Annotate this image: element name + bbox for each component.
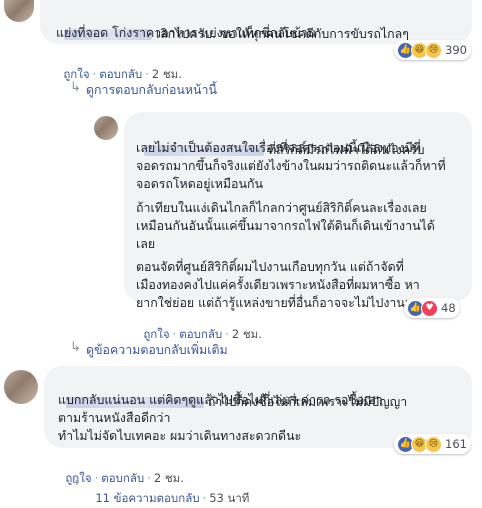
comment-text: เหมือนกันอันนั้นแค่ขึ้นมาจากรถไฟใต้ดินก็…: [136, 218, 435, 233]
view-previous-replies-link[interactable]: ดูการตอบกลับก่อนหน้านี้: [86, 81, 217, 100]
comment-text: แบกกลับแน่นอน แต่คิดๆดูแล้วไปซื้อไม่กี่เ…: [58, 392, 383, 407]
comment-actions: ถูกใจ · ตอบกลับ · 2 ชม.: [143, 327, 262, 341]
comment-text: จอดรถมากขึ้นก็จริงแต่ยังไงข้างในผมว่ารถต…: [136, 158, 446, 173]
avatar[interactable]: [4, 370, 38, 404]
replies-summary: 11 ข้อความตอบกลับ · 53 นาที: [95, 491, 250, 505]
reaction-count: 390: [445, 43, 467, 57]
comment-text: ตามร้านหนังสือดีกว่า: [58, 410, 171, 425]
love-icon: ♥: [421, 299, 438, 317]
reaction-summary[interactable]: 👍 ♥ 48: [404, 298, 460, 318]
timestamp[interactable]: 2 ชม.: [152, 67, 182, 81]
comment-text: เลย: [136, 236, 156, 251]
replies-count-link[interactable]: 11 ข้อความตอบกลับ: [95, 491, 199, 505]
sad-icon: 😢: [425, 41, 442, 59]
reply-button[interactable]: ตอบกลับ: [99, 67, 142, 81]
reaction-summary[interactable]: 👍 😆 😢 161: [394, 434, 471, 454]
timestamp[interactable]: 2 ชม.: [232, 327, 262, 341]
timestamp[interactable]: 53 นาที: [209, 491, 249, 505]
comment-text: ทำไมไม่จัดไบเทคอะ ผมว่าเดินทางสะดวกดีนะ: [58, 428, 302, 443]
reply-arrow-icon: ↳: [70, 80, 81, 95]
comment-text: ยากใช่ย่อย แต่ถ้ารู้แหล่งขายที่อื่นก็อาจ…: [136, 295, 424, 310]
like-button[interactable]: ถูกใจ: [63, 67, 89, 81]
avatar[interactable]: [94, 116, 118, 140]
comment-text: แย่งที่จอด โก่งราคาอาหาร แย่งหาแท็กซี่กล…: [56, 25, 317, 40]
reaction-count: 48: [441, 301, 456, 315]
comment-text: ตอนจัดที่ศูนย์สิริกิติ์ผมไปงานเกือบทุกวั…: [136, 259, 404, 274]
reply-arrow-icon: ↳: [70, 474, 81, 489]
sad-icon: 😢: [425, 435, 442, 453]
reaction-count: 161: [445, 437, 467, 451]
like-button[interactable]: ถูกใจ: [143, 327, 169, 341]
avatar[interactable]: [4, 0, 34, 22]
comment-text: จอดรถโหดอยู่เหมือนกัน: [136, 176, 263, 191]
view-more-replies-link[interactable]: ดูข้อความตอบกลับเพิ่มเติม: [86, 341, 228, 360]
comment-text: เลยไม่จำเป็นต้องสนใจเรื่องที่จอดรถตอนนี้…: [136, 140, 421, 155]
reply-button[interactable]: ตอบกลับ: [179, 327, 222, 341]
comment-text: ถ้าเทียบในแง่เดินไกลก็ไกลกว่าศูนย์สิริกิ…: [136, 200, 427, 215]
reply-arrow-icon: ↳: [70, 340, 81, 355]
reaction-summary[interactable]: 👍 😆 😢 390: [394, 40, 471, 60]
comment-text: เมืองทองคงไปแค่ครั้งเดียวเพราะหนังสือที่…: [136, 277, 420, 292]
